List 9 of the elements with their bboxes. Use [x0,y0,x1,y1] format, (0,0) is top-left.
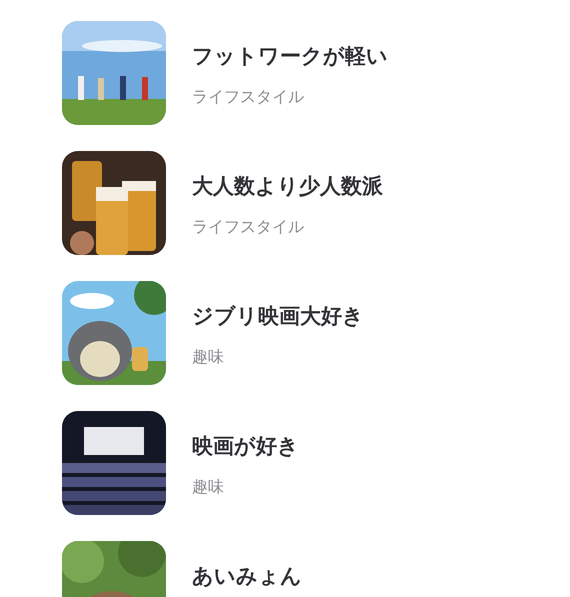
item-title: 映画が好き [192,433,299,460]
item-category: ライフスタイル [192,86,305,108]
item-title: フットワークが軽い [192,43,388,70]
item-category: 趣味 [192,476,225,498]
item-title: ジブリ映画大好き [192,303,364,330]
item-title: あいみょん [192,563,302,590]
item-category: 趣味 [192,346,225,368]
item-category: ライフスタイル [192,216,305,238]
item-title: 大人数より少人数派 [192,173,383,200]
